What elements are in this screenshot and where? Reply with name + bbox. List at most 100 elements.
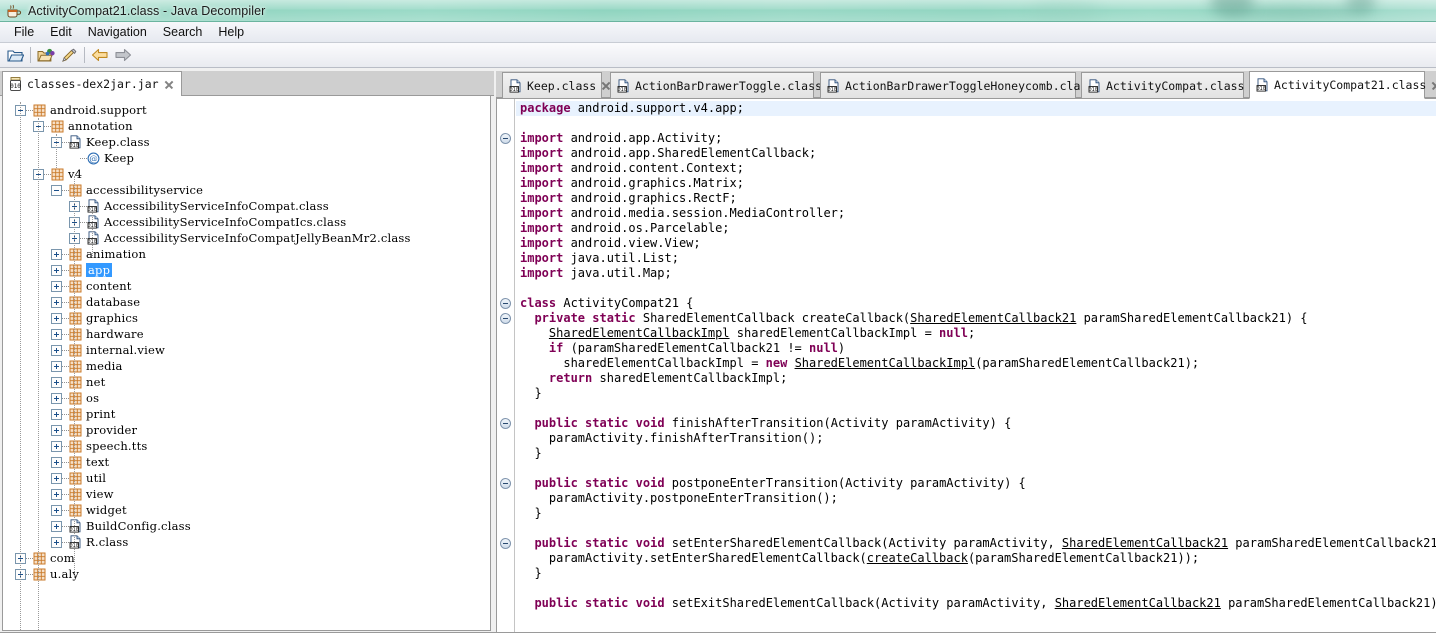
tree-item-buildconfig-class[interactable]: 010 BuildConfig.class	[3, 518, 490, 534]
code-line: package android.support.v4.app;	[516, 101, 1436, 116]
menu-edit[interactable]: Edit	[42, 23, 80, 41]
tree-toggle-plus-icon[interactable]	[51, 344, 62, 356]
source-editor[interactable]: package android.support.v4.app; import a…	[496, 98, 1436, 633]
tree-item-hardware[interactable]: hardware	[3, 326, 490, 342]
tree-item-content[interactable]: content	[3, 278, 490, 294]
menu-navigation[interactable]: Navigation	[80, 23, 155, 41]
navigate-forward-button[interactable]	[112, 45, 134, 66]
tree-toggle-plus-icon[interactable]	[51, 312, 62, 324]
tree-item-net[interactable]: net	[3, 374, 490, 390]
tree-item-os[interactable]: os	[3, 390, 490, 406]
tree-item-r-class[interactable]: 010 R.class	[3, 534, 490, 550]
package-icon	[33, 568, 46, 580]
title-bar-left-group: ActivityCompat21.class - Java Decompiler	[6, 0, 265, 21]
fold-collapse-icon[interactable]	[500, 298, 511, 309]
fold-gutter[interactable]	[497, 99, 515, 633]
tree-item-label: app	[86, 263, 113, 277]
highlight-button[interactable]	[58, 45, 80, 66]
close-icon[interactable]	[164, 80, 173, 89]
tree-item-label: database	[86, 295, 141, 309]
tree-connector	[62, 285, 69, 287]
tree-item-internal-view[interactable]: internal.view	[3, 342, 490, 358]
tree-connector	[80, 205, 87, 207]
tree-item-app[interactable]: app	[3, 262, 490, 278]
tree-item-database[interactable]: database	[3, 294, 490, 310]
tree-item-print[interactable]: print	[3, 406, 490, 422]
tree-toggle-plus-icon[interactable]	[51, 280, 62, 292]
tree-toggle-plus-icon[interactable]	[51, 520, 62, 532]
tree-item-accessibilityserviceinfocompatjellybeanmr2-class[interactable]: 010 AccessibilityServiceInfoCompatJellyBe…	[3, 230, 490, 246]
menu-search[interactable]: Search	[155, 23, 211, 41]
tree-toggle-plus-icon[interactable]	[51, 472, 62, 484]
menu-file[interactable]: File	[6, 23, 42, 41]
package-icon	[69, 440, 82, 452]
code-line: if (paramSharedElementCallback21 != null…	[548, 341, 846, 355]
tree-item-keep[interactable]: @ Keep	[3, 150, 490, 166]
editor-tab-keep-class[interactable]: 010 Keep.class	[502, 72, 602, 98]
fold-collapse-icon[interactable]	[500, 133, 511, 144]
tree-item-accessibilityserviceinfocompatics-class[interactable]: 010 AccessibilityServiceInfoCompatIcs.cla…	[3, 214, 490, 230]
source-code[interactable]: package android.support.v4.app; import a…	[516, 99, 1436, 633]
tree-item-label: Keep	[104, 151, 135, 165]
tree-toggle-plus-icon[interactable]	[51, 488, 62, 500]
tree-item-graphics[interactable]: graphics	[3, 310, 490, 326]
tree-toggle-plus-icon[interactable]	[51, 456, 62, 468]
tree-toggle-minus-icon[interactable]	[51, 184, 62, 196]
package-tree[interactable]: android.support annotation 010 Keep.class @ K…	[2, 96, 491, 631]
package-icon	[69, 376, 82, 388]
tree-item-widget[interactable]: widget	[3, 502, 490, 518]
tree-toggle-plus-icon[interactable]	[51, 392, 62, 404]
tree-item-label: text	[86, 455, 110, 469]
fold-collapse-icon[interactable]	[500, 418, 511, 429]
tree-toggle-plus-icon[interactable]	[51, 264, 62, 276]
open-type-button[interactable]	[35, 45, 57, 66]
tree-item-label: speech.tts	[86, 439, 148, 453]
close-icon[interactable]	[601, 81, 610, 90]
open-folder-colored-icon	[37, 48, 55, 61]
tree-toggle-plus-icon[interactable]	[51, 296, 62, 308]
tree-item-provider[interactable]: provider	[3, 422, 490, 438]
close-icon[interactable]	[1431, 81, 1436, 90]
tree-item-animation[interactable]: animation	[3, 246, 490, 262]
title-bar-blur-blotch	[1210, 0, 1254, 16]
tree-toggle-plus-icon[interactable]	[51, 504, 62, 516]
tree-toggle-plus-icon[interactable]	[51, 424, 62, 436]
tree-item-accessibilityserviceinfocompat-class[interactable]: 010 AccessibilityServiceInfoCompat.class	[3, 198, 490, 214]
fold-collapse-icon[interactable]	[500, 313, 511, 324]
tree-item-media[interactable]: media	[3, 358, 490, 374]
code-line: import android.os.Parcelable;	[520, 221, 730, 235]
fold-collapse-icon[interactable]	[500, 478, 511, 489]
tree-item-u-aly[interactable]: u.aly	[3, 566, 490, 582]
editor-tab-actionbardrawertogglehoneycomb-class[interactable]: 010 ActionBarDrawerToggleHoneycomb.class	[820, 72, 1094, 98]
menu-help[interactable]: Help	[210, 23, 252, 41]
editor-tab-actionbardrawertoggle-class[interactable]: 010 ActionBarDrawerToggle.class	[610, 72, 822, 98]
editor-tab-activitycompat21-class[interactable]: 010 ActivityCompat21.class	[1249, 71, 1426, 99]
package-icon	[69, 344, 82, 356]
tree-toggle-plus-icon[interactable]	[51, 408, 62, 420]
navigate-back-button[interactable]	[89, 45, 111, 66]
tree-item-view[interactable]: view	[3, 486, 490, 502]
tab-classes-dex2jar-jar[interactable]: 010 classes-dex2jar.jar	[2, 71, 182, 96]
tree-toggle-plus-icon[interactable]	[51, 440, 62, 452]
tree-item-util[interactable]: util	[3, 470, 490, 486]
tree-item-keep-class[interactable]: 010 Keep.class	[3, 134, 490, 150]
tree-toggle-plus-icon[interactable]	[51, 536, 62, 548]
tree-toggle-plus-icon[interactable]	[51, 328, 62, 340]
editor-tab-activitycompat-class[interactable]: 010 ActivityCompat.class	[1081, 72, 1244, 98]
tree-item-speech-tts[interactable]: speech.tts	[3, 438, 490, 454]
tree-item-com[interactable]: com	[3, 550, 490, 566]
editor-tab-label: Keep.class	[527, 78, 597, 93]
fold-collapse-icon[interactable]	[500, 538, 511, 549]
tree-item-text[interactable]: text	[3, 454, 490, 470]
tree-toggle-plus-icon[interactable]	[51, 248, 62, 260]
tree-item-android-support[interactable]: android.support	[3, 102, 490, 118]
tree-toggle-plus-icon[interactable]	[51, 360, 62, 372]
tree-item-annotation[interactable]: annotation	[3, 118, 490, 134]
code-line: }	[520, 386, 542, 400]
code-line: }	[520, 566, 542, 580]
tree-item-v4[interactable]: v4	[3, 166, 490, 182]
tree-item-accessibilityservice[interactable]: accessibilityservice	[3, 182, 490, 198]
tree-toggle-plus-icon[interactable]	[51, 376, 62, 388]
open-file-button[interactable]	[4, 45, 26, 66]
title-bar: ActivityCompat21.class - Java Decompiler	[0, 0, 1436, 22]
